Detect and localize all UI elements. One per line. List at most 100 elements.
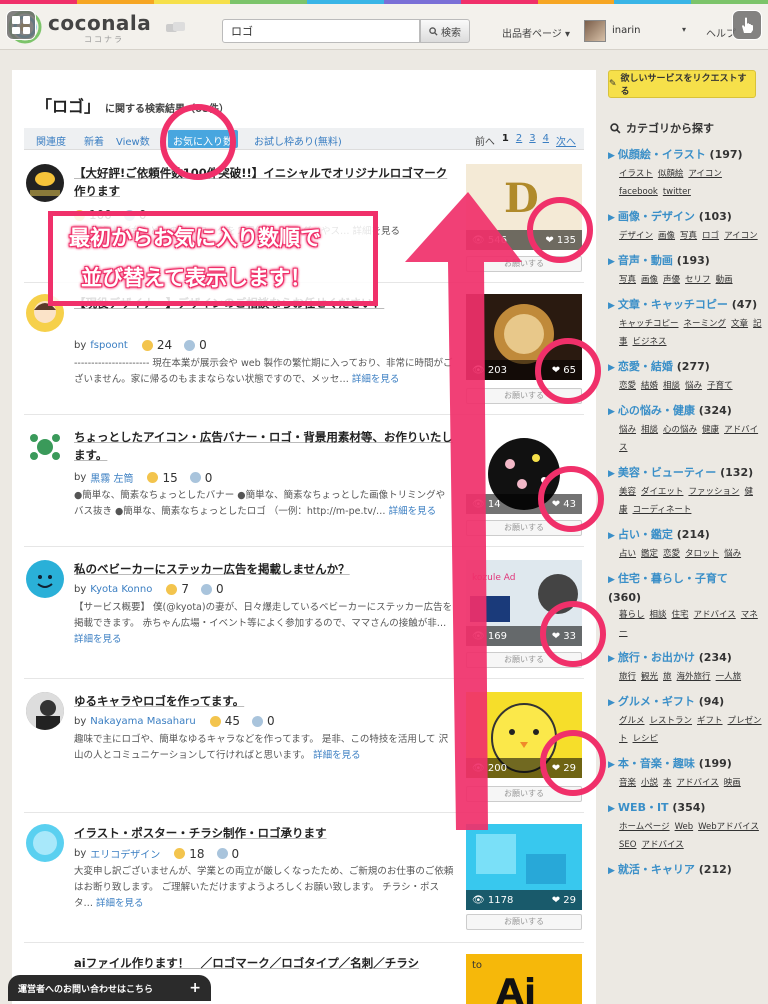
seller-name[interactable]: 黒霧 左筒 — [90, 470, 133, 485]
sort-newest[interactable]: 新着 — [84, 133, 104, 148]
user-avatar[interactable] — [584, 20, 606, 42]
category-heading[interactable]: ▶ 似顔絵・イラスト (197) — [608, 146, 764, 165]
seller-page-link[interactable]: 出品者ページ ▾ — [502, 25, 570, 40]
category-heading[interactable]: ▶ 画像・デザイン (103) — [608, 208, 764, 227]
category-tag[interactable]: 観光 — [641, 672, 658, 682]
category-heading[interactable]: ▶ 心の悩み・健康 (324) — [608, 402, 764, 421]
category-tag[interactable]: 相談 — [650, 610, 667, 620]
service-title[interactable]: 【大好評!ご依頼件数100件突破!!】イニシャルでオリジナルロゴマーク作ります — [74, 164, 454, 200]
category-tag[interactable]: Web — [675, 822, 694, 832]
category-tag[interactable]: 動画 — [716, 275, 733, 285]
seller-name[interactable]: Nakayama Masaharu — [90, 716, 195, 727]
category-tag[interactable]: 一人旅 — [716, 672, 742, 682]
category-tag[interactable]: レストラン — [650, 716, 693, 726]
category-tag[interactable]: レシピ — [633, 734, 659, 744]
pointer-hand-icon[interactable] — [732, 10, 762, 40]
category-tag[interactable]: 旅行 — [619, 672, 636, 682]
category-tag[interactable]: 似顔絵 — [658, 169, 684, 179]
seller-avatar[interactable] — [26, 560, 64, 598]
category-tag[interactable]: アドバイス — [694, 610, 736, 620]
sort-views[interactable]: View数 — [116, 133, 150, 148]
seller-avatar[interactable] — [26, 692, 64, 730]
category-name[interactable]: 本・音楽・趣味 — [618, 757, 695, 770]
category-name[interactable]: 住宅・暮らし・子育て — [618, 572, 728, 585]
category-name[interactable]: 美容・ビューティー — [618, 466, 716, 479]
service-title[interactable]: aiファイル作ります！ ／ロゴマーク／ロゴタイプ／名刺／チラシ — [74, 954, 454, 972]
category-tag[interactable]: twitter — [663, 187, 691, 197]
request-service-button[interactable]: ✎ 欲しいサービスをリクエストする — [608, 70, 756, 98]
category-tag[interactable]: 画像 — [658, 231, 675, 241]
details-link[interactable]: 詳細を見る — [74, 634, 122, 645]
category-tag[interactable]: ダイエット — [641, 487, 683, 497]
logo-text[interactable]: coconala — [48, 11, 151, 35]
category-heading[interactable]: ▶ グルメ・ギフト (94) — [608, 693, 764, 712]
category-tag[interactable]: SEO — [619, 840, 636, 850]
category-heading[interactable]: ▶ WEB・IT (354) — [608, 799, 764, 818]
category-tag[interactable]: アドバイス — [677, 778, 719, 788]
request-button[interactable]: お願いする — [466, 914, 582, 930]
category-heading[interactable]: ▶ 美容・ビューティー (132) — [608, 464, 764, 483]
category-tag[interactable]: 映画 — [724, 778, 741, 788]
category-tag[interactable]: 恋愛 — [663, 549, 680, 559]
category-tag[interactable]: 恋愛 — [619, 381, 636, 391]
category-tag[interactable]: ギフト — [697, 716, 723, 726]
category-tag[interactable]: 心の悩み — [663, 425, 697, 435]
category-tag[interactable]: グルメ — [619, 716, 645, 726]
category-tag[interactable]: ネーミング — [684, 319, 727, 329]
details-link[interactable]: 詳細を見る — [352, 374, 400, 385]
service-title[interactable]: ゆるキャラやロゴを作ってます。 — [74, 692, 454, 710]
category-heading[interactable]: ▶ 音声・動画 (193) — [608, 252, 764, 271]
seller-avatar[interactable] — [26, 428, 64, 466]
grid-menu-button[interactable] — [6, 10, 36, 40]
category-tag[interactable]: 健康 — [702, 425, 719, 435]
sort-free-trial[interactable]: お試し枠あり(無料) — [254, 133, 342, 148]
category-tag[interactable]: 声優 — [663, 275, 680, 285]
category-tag[interactable]: 文章 — [731, 319, 748, 329]
category-tag[interactable]: 子育て — [707, 381, 733, 391]
user-name[interactable]: inarin — [612, 25, 640, 36]
category-tag[interactable]: ファッション — [688, 487, 739, 497]
category-tag[interactable]: アドバイス — [641, 840, 683, 850]
category-heading[interactable]: ▶ 住宅・暮らし・子育て (360) — [608, 570, 764, 606]
details-link[interactable]: 詳細を見る — [389, 506, 437, 517]
category-tag[interactable]: 海外旅行 — [677, 672, 711, 682]
category-tag[interactable]: 旅 — [663, 672, 672, 682]
category-tag[interactable]: アイコン — [688, 169, 722, 179]
category-tag[interactable]: コーディネート — [633, 505, 692, 515]
category-tag[interactable]: ビジネス — [633, 337, 667, 347]
category-tag[interactable]: 本 — [663, 778, 672, 788]
service-thumbnail[interactable]: 👁 1178 ❤ 29 — [466, 824, 582, 910]
sort-relevance[interactable]: 関連度 — [36, 133, 66, 148]
search-input[interactable] — [222, 19, 420, 43]
category-tag[interactable]: 美容 — [619, 487, 636, 497]
category-name[interactable]: 恋愛・結婚 — [618, 360, 673, 373]
category-tag[interactable]: デザイン — [619, 231, 653, 241]
search-button[interactable]: 検索 — [420, 19, 470, 43]
category-tag[interactable]: 住宅 — [672, 610, 689, 620]
pager-page-1[interactable]: 1 — [502, 133, 509, 148]
category-tag[interactable]: イラスト — [619, 169, 653, 179]
category-heading[interactable]: ▶ 恋愛・結婚 (277) — [608, 358, 764, 377]
service-title[interactable]: ちょっとしたアイコン・広告バナー・ロゴ・背景用素材等、お作りいたします。 — [74, 428, 454, 464]
category-name[interactable]: 音声・動画 — [618, 254, 673, 267]
user-menu-caret-icon[interactable]: ▾ — [682, 25, 686, 34]
pager-page-2[interactable]: 2 — [516, 133, 522, 148]
category-name[interactable]: 旅行・お出かけ — [618, 651, 695, 664]
seller-name[interactable]: Kyota Konno — [90, 584, 152, 595]
category-name[interactable]: 文章・キャッチコピー — [618, 298, 728, 311]
category-tag[interactable]: 画像 — [641, 275, 658, 285]
category-tag[interactable]: 結婚 — [641, 381, 658, 391]
seller-name[interactable]: エリコデザイン — [90, 846, 160, 861]
pager-page-3[interactable]: 3 — [529, 133, 535, 148]
category-name[interactable]: 就活・キャリア — [618, 863, 695, 876]
category-name[interactable]: WEB・IT — [618, 801, 669, 814]
category-name[interactable]: 占い・鑑定 — [618, 528, 673, 541]
category-tag[interactable]: 暮らし — [619, 610, 645, 620]
service-thumbnail[interactable]: to Ai — [466, 954, 582, 1004]
category-heading[interactable]: ▶ 旅行・お出かけ (234) — [608, 649, 764, 668]
category-tag[interactable]: 鑑定 — [641, 549, 658, 559]
category-tag[interactable]: 占い — [619, 549, 636, 559]
category-tag[interactable]: 悩み — [724, 549, 741, 559]
category-tag[interactable]: ロゴ — [702, 231, 719, 241]
category-tag[interactable]: ホームページ — [619, 822, 670, 832]
